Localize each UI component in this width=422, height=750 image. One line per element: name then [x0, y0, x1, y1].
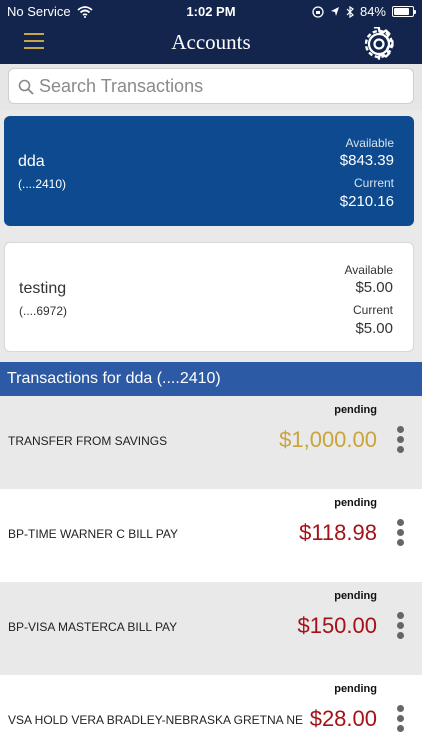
search-icon — [18, 79, 34, 95]
current-label: Current — [353, 176, 394, 190]
transaction-status: pending — [334, 404, 377, 416]
transaction-row[interactable]: pending TRANSFER FROM SAVINGS $1,000.00 — [0, 396, 422, 489]
transaction-amount: $118.98 — [299, 520, 377, 545]
available-balance: $5.00 — [355, 279, 393, 296]
transaction-amount: $150.00 — [297, 613, 377, 638]
transactions-header: Transactions for dda (....2410) — [0, 362, 422, 396]
status-bar: No Service 1:02 PM 84% — [0, 0, 422, 22]
more-options-icon[interactable] — [394, 519, 406, 549]
current-balance: $5.00 — [355, 320, 393, 337]
bluetooth-icon — [346, 5, 354, 18]
transaction-row[interactable]: pending BP-TIME WARNER C BILL PAY $118.9… — [0, 489, 422, 582]
gear-icon — [364, 26, 394, 60]
available-balance: $843.39 — [339, 152, 394, 169]
account-card-testing[interactable]: testing (....6972) Available $5.00 Curre… — [4, 242, 414, 352]
account-number: (....6972) — [19, 304, 68, 318]
account-name: dda — [18, 153, 45, 170]
transaction-description: VSA HOLD VERA BRADLEY-NEBRASKA GRETNA NE — [8, 713, 303, 727]
transaction-amount: $28.00 — [309, 706, 377, 731]
page-title: Accounts — [171, 30, 251, 54]
transaction-row[interactable]: pending BP-VISA MASTERCA BILL PAY $150.0… — [0, 582, 422, 675]
battery-percent: 84% — [359, 4, 386, 19]
more-options-icon[interactable] — [394, 705, 406, 735]
transaction-description: BP-VISA MASTERCA BILL PAY — [8, 620, 178, 634]
transaction-row[interactable]: pending VSA HOLD VERA BRADLEY-NEBRASKA G… — [0, 675, 422, 750]
available-label: Available — [344, 263, 393, 277]
transaction-description: BP-TIME WARNER C BILL PAY — [8, 527, 179, 541]
transaction-amount: $1,000.00 — [279, 427, 377, 452]
search-bar — [0, 64, 422, 110]
transaction-status: pending — [334, 497, 377, 509]
rotation-lock-icon — [312, 5, 324, 18]
location-icon — [330, 7, 339, 16]
account-card-dda[interactable]: dda (....2410) Available $843.39 Current… — [4, 116, 414, 226]
battery-icon — [392, 6, 416, 17]
search-field[interactable] — [8, 68, 414, 104]
settings-button[interactable] — [362, 26, 396, 61]
transaction-description: TRANSFER FROM SAVINGS — [8, 434, 168, 448]
more-options-icon[interactable] — [394, 612, 406, 642]
current-balance: $210.16 — [339, 193, 394, 210]
navigation-bar: No Service 1:02 PM 84% Accounts — [0, 0, 422, 64]
available-label: Available — [345, 136, 394, 150]
account-number: (....2410) — [18, 177, 67, 191]
account-name: testing — [19, 280, 67, 297]
transaction-status: pending — [334, 683, 377, 695]
more-options-icon[interactable] — [394, 426, 406, 456]
transaction-status: pending — [334, 590, 377, 602]
current-label: Current — [352, 303, 393, 317]
search-input[interactable] — [39, 71, 409, 101]
